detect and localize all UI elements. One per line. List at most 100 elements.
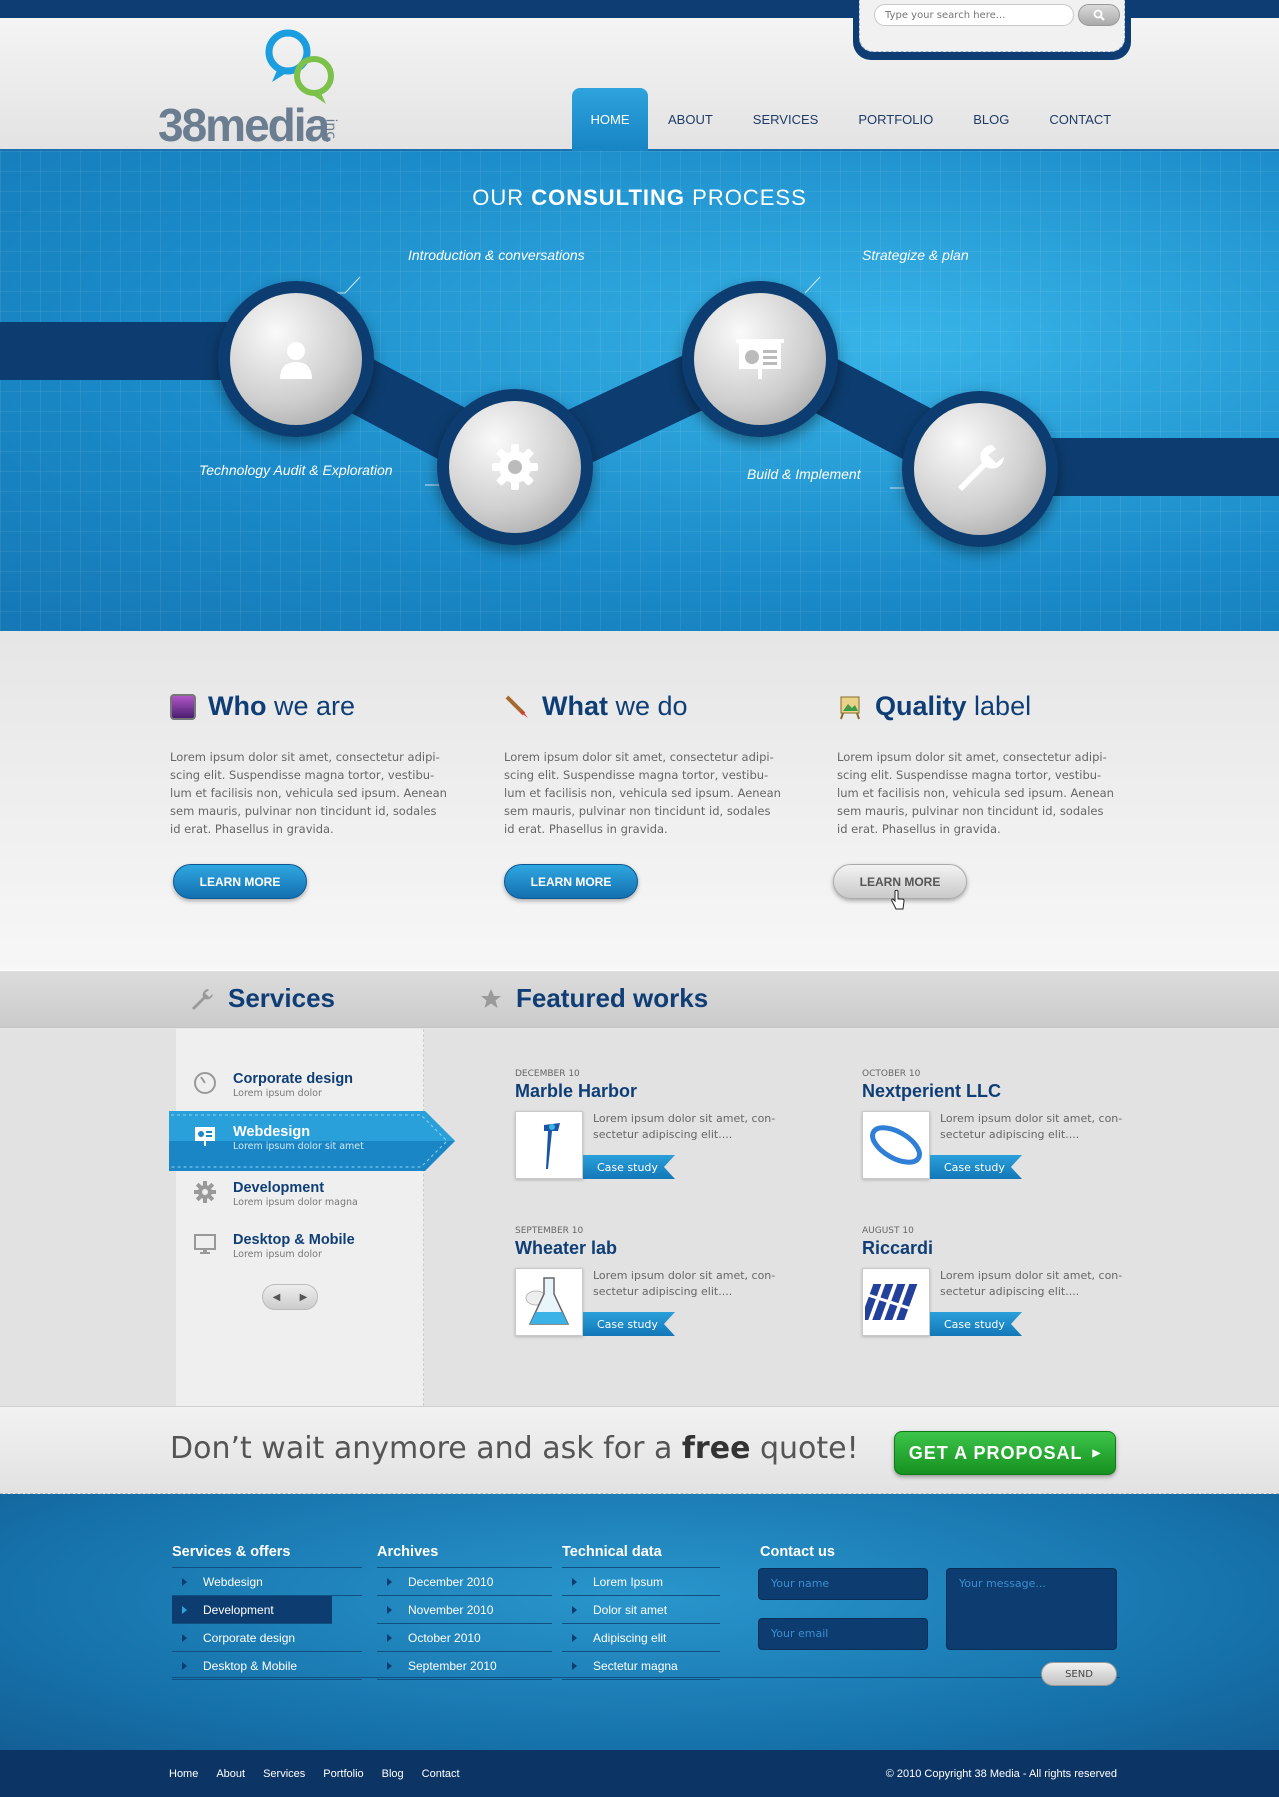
nav-home[interactable]: HOME (572, 88, 648, 151)
footer-technical: Technical data Lorem Ipsum Dolor sit ame… (562, 1544, 720, 1680)
footer-link[interactable]: October 2010 (377, 1624, 552, 1652)
step-3-disc (694, 293, 826, 425)
bottom-link-services[interactable]: Services (263, 1768, 305, 1780)
compass-icon (194, 1072, 216, 1094)
pen-tool-icon (544, 1123, 560, 1169)
learn-more-button-who[interactable]: LEARN MORE (173, 864, 307, 899)
triangle-right-icon (182, 1605, 187, 1614)
triangle-right-icon (387, 1661, 392, 1670)
work-thumbnail[interactable] (862, 1111, 930, 1179)
case-study-button[interactable]: Case study (583, 1155, 675, 1179)
gear-icon (194, 1181, 216, 1203)
bottom-link-contact[interactable]: Contact (422, 1768, 460, 1780)
quote-text: Don’t wait anymore and ask for a free qu… (170, 1431, 859, 1466)
footer-link[interactable]: Desktop & Mobile (172, 1652, 362, 1680)
footer-link[interactable]: November 2010 (377, 1596, 552, 1624)
work-thumbnail[interactable] (515, 1111, 583, 1179)
step-1[interactable] (218, 281, 374, 437)
search-icon (1093, 9, 1105, 21)
bottom-link-blog[interactable]: Blog (382, 1768, 404, 1780)
logo[interactable]: 38media inc. (158, 28, 348, 151)
bottom-nav: Home About Services Portfolio Blog Conta… (169, 1768, 478, 1780)
footer-link[interactable]: December 2010 (377, 1568, 552, 1596)
copyright: © 2010 Copyright 38 Media - All rights r… (885, 1768, 1117, 1780)
about-title-what: What we do (504, 691, 784, 722)
user-icon (280, 342, 312, 379)
email-field[interactable]: Your email (758, 1618, 928, 1650)
work-thumbnail[interactable] (515, 1268, 583, 1336)
footer-link[interactable]: Webdesign (172, 1568, 362, 1596)
work-title[interactable]: Riccardi (862, 1238, 1162, 1259)
about-col-quality: Quality label Lorem ipsum dolor sit amet… (837, 691, 1117, 838)
work-title[interactable]: Marble Harbor (515, 1081, 815, 1102)
step-2[interactable] (437, 389, 593, 545)
presentation-icon (195, 1127, 215, 1146)
footer-link[interactable]: Dolor sit amet (562, 1596, 720, 1624)
services-heading: Services (190, 983, 335, 1014)
service-item-webdesign[interactable]: Webdesign Lorem ipsum dolor sit amet (193, 1124, 364, 1152)
logo-text: 38media (158, 99, 330, 151)
footer-link[interactable]: September 2010 (377, 1652, 552, 1680)
work-title[interactable]: Nextperient LLC (862, 1081, 1162, 1102)
triangle-right-icon (182, 1577, 187, 1586)
about-col-who: Who we are Lorem ipsum dolor sit amet, c… (170, 691, 450, 838)
process-path (0, 276, 1279, 496)
case-study-button[interactable]: Case study (583, 1312, 675, 1336)
wrench-icon (192, 988, 213, 1010)
footer-contact: Contact us (760, 1544, 1120, 1568)
search-panel (853, 0, 1131, 60)
footer-link[interactable]: Development (172, 1596, 332, 1624)
bottom-link-about[interactable]: About (216, 1768, 245, 1780)
footer-link[interactable]: Lorem Ipsum (562, 1568, 720, 1596)
case-study-button[interactable]: Case study (930, 1155, 1022, 1179)
nav-portfolio[interactable]: PORTFOLIO (838, 88, 953, 151)
step-label-3: Strategize & plan (862, 247, 969, 263)
message-field[interactable]: Your message... (946, 1568, 1117, 1650)
nav-about[interactable]: ABOUT (648, 88, 733, 151)
send-button[interactable]: SEND (1041, 1662, 1117, 1686)
about-title-quality: Quality label (837, 691, 1117, 722)
footer-link[interactable]: Sectetur magna (562, 1652, 720, 1680)
case-study-button[interactable]: Case study (930, 1312, 1022, 1336)
footer-divider (172, 1677, 1120, 1678)
orbit-logo-icon (870, 1125, 922, 1165)
footer-heading: Technical data (562, 1544, 720, 1568)
footer-link[interactable]: Adipiscing elit (562, 1624, 720, 1652)
search-button[interactable] (1078, 4, 1120, 26)
work-item-riccardi: AUGUST 10 Riccardi Lorem ipsum dolor sit… (862, 1226, 1162, 1336)
about-text-what: Lorem ipsum dolor sit amet, consectetur … (504, 750, 781, 836)
service-item-development[interactable]: Development Lorem ipsum dolor magna (193, 1180, 358, 1208)
hand-cursor-icon (891, 889, 905, 910)
name-field[interactable]: Your name (758, 1568, 928, 1600)
work-item-nextperient: OCTOBER 10 Nextperient LLC Lorem ipsum d… (862, 1069, 1162, 1179)
bottom-link-portfolio[interactable]: Portfolio (323, 1768, 363, 1780)
triangle-right-icon (572, 1633, 577, 1642)
step-3[interactable] (682, 281, 838, 437)
service-item-corporate-design[interactable]: Corporate design Lorem ipsum dolor (193, 1071, 353, 1099)
work-title[interactable]: Wheater lab (515, 1238, 815, 1259)
learn-more-button-what[interactable]: LEARN MORE (504, 864, 638, 899)
work-thumbnail[interactable] (862, 1268, 930, 1336)
hero-title: OUR CONSULTING PROCESS (472, 185, 807, 210)
flask-icon (525, 1277, 570, 1325)
nav-blog[interactable]: BLOG (953, 88, 1029, 151)
footer-link[interactable]: Corporate design (172, 1624, 362, 1652)
search-panel-inner (859, 0, 1125, 52)
chevron-right-icon[interactable]: ▶ (300, 1292, 308, 1303)
speech-bubbles-icon (265, 29, 334, 104)
triangle-right-icon (387, 1633, 392, 1642)
riccardi-logo-icon (865, 1284, 927, 1320)
service-item-desktop-mobile[interactable]: Desktop & Mobile Lorem ipsum dolor (193, 1232, 355, 1260)
nav-contact[interactable]: CONTACT (1029, 88, 1131, 151)
bottom-link-home[interactable]: Home (169, 1768, 198, 1780)
search-input[interactable] (874, 4, 1074, 26)
nav-services[interactable]: SERVICES (733, 88, 839, 151)
step-4[interactable] (902, 391, 1058, 547)
star-icon (481, 988, 501, 1008)
chevron-left-icon[interactable]: ◀ (273, 1292, 281, 1303)
triangle-right-icon (182, 1661, 187, 1670)
about-text-who: Lorem ipsum dolor sit amet, consectetur … (170, 750, 447, 836)
gear-icon (492, 444, 538, 490)
get-proposal-button[interactable]: GET A PROPOSAL ▶ (894, 1431, 1116, 1475)
monitor-icon (170, 693, 196, 720)
